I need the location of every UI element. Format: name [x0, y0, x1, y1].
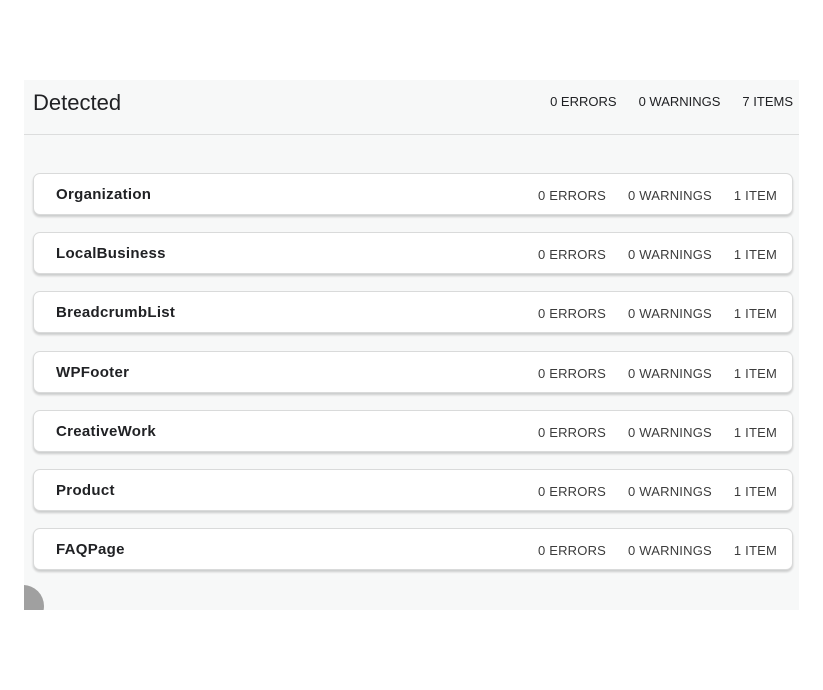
- item-errors-count: 0 ERRORS: [537, 483, 607, 499]
- list-item-creativework[interactable]: CreativeWork 0 ERRORS 0 WARNINGS 1 ITEM: [33, 409, 793, 452]
- item-items-count: 1 ITEM: [733, 306, 777, 322]
- item-warnings-count: 0 WARNINGS: [628, 365, 712, 381]
- detected-items-list: Organization 0 ERRORS 0 WARNINGS 1 ITEM …: [33, 173, 793, 587]
- item-items-count: 1 ITEM: [733, 483, 777, 499]
- item-name: Organization: [56, 186, 152, 203]
- item-errors-count: 0 ERRORS: [537, 543, 607, 559]
- item-errors-count: 0 ERRORS: [537, 365, 607, 381]
- item-errors-count: 0 ERRORS: [537, 188, 607, 203]
- item-errors-count: 0 ERRORS: [537, 247, 607, 263]
- item-stats: 0 ERRORS 0 WARNINGS 1 ITEM: [538, 425, 777, 440]
- item-name: WPFooter: [56, 363, 130, 381]
- floating-action-button[interactable]: [24, 585, 44, 610]
- item-name: LocalBusiness: [56, 245, 166, 263]
- item-warnings-count: 0 WARNINGS: [628, 306, 712, 322]
- list-item-product[interactable]: Product 0 ERRORS 0 WARNINGS 1 ITEM: [33, 468, 793, 511]
- header-stats: 0 ERRORS 0 WARNINGS 7 ITEMS: [550, 94, 793, 109]
- item-name: BreadcrumbList: [56, 304, 176, 322]
- item-stats: 0 ERRORS 0 WARNINGS 1 ITEM: [538, 543, 777, 558]
- item-warnings-count: 0 WARNINGS: [628, 247, 712, 263]
- item-items-count: 1 ITEM: [733, 188, 777, 203]
- detected-panel: Detected 0 ERRORS 0 WARNINGS 7 ITEMS Org…: [24, 80, 799, 610]
- header-warnings-count: 0 WARNINGS: [638, 94, 721, 109]
- item-name: CreativeWork: [56, 422, 157, 440]
- item-errors-count: 0 ERRORS: [537, 424, 607, 440]
- item-name: FAQPage: [56, 541, 125, 559]
- item-errors-count: 0 ERRORS: [537, 306, 607, 322]
- panel-title: Detected: [33, 90, 122, 115]
- item-warnings-count: 0 WARNINGS: [628, 424, 712, 440]
- panel-header: Detected 0 ERRORS 0 WARNINGS 7 ITEMS: [24, 80, 799, 135]
- list-item-organization[interactable]: Organization 0 ERRORS 0 WARNINGS 1 ITEM: [33, 173, 793, 215]
- item-stats: 0 ERRORS 0 WARNINGS 1 ITEM: [538, 247, 777, 262]
- list-item-faqpage[interactable]: FAQPage 0 ERRORS 0 WARNINGS 1 ITEM: [33, 528, 793, 571]
- item-warnings-count: 0 WARNINGS: [628, 483, 712, 499]
- header-errors-count: 0 ERRORS: [550, 94, 617, 109]
- item-items-count: 1 ITEM: [733, 424, 777, 440]
- item-stats: 0 ERRORS 0 WARNINGS 1 ITEM: [538, 366, 777, 381]
- item-warnings-count: 0 WARNINGS: [628, 188, 712, 203]
- item-items-count: 1 ITEM: [733, 543, 777, 559]
- list-item-breadcrumblist[interactable]: BreadcrumbList 0 ERRORS 0 WARNINGS 1 ITE…: [33, 291, 793, 334]
- header-items-count: 7 ITEMS: [742, 94, 793, 109]
- list-item-localbusiness[interactable]: LocalBusiness 0 ERRORS 0 WARNINGS 1 ITEM: [33, 232, 793, 275]
- item-items-count: 1 ITEM: [733, 247, 777, 263]
- list-item-wpfooter[interactable]: WPFooter 0 ERRORS 0 WARNINGS 1 ITEM: [33, 350, 793, 393]
- item-stats: 0 ERRORS 0 WARNINGS 1 ITEM: [538, 306, 777, 321]
- item-warnings-count: 0 WARNINGS: [628, 543, 712, 559]
- item-name: Product: [56, 481, 115, 499]
- item-stats: 0 ERRORS 0 WARNINGS 1 ITEM: [538, 484, 777, 499]
- item-stats: 0 ERRORS 0 WARNINGS 1 ITEM: [538, 188, 777, 203]
- item-items-count: 1 ITEM: [733, 365, 777, 381]
